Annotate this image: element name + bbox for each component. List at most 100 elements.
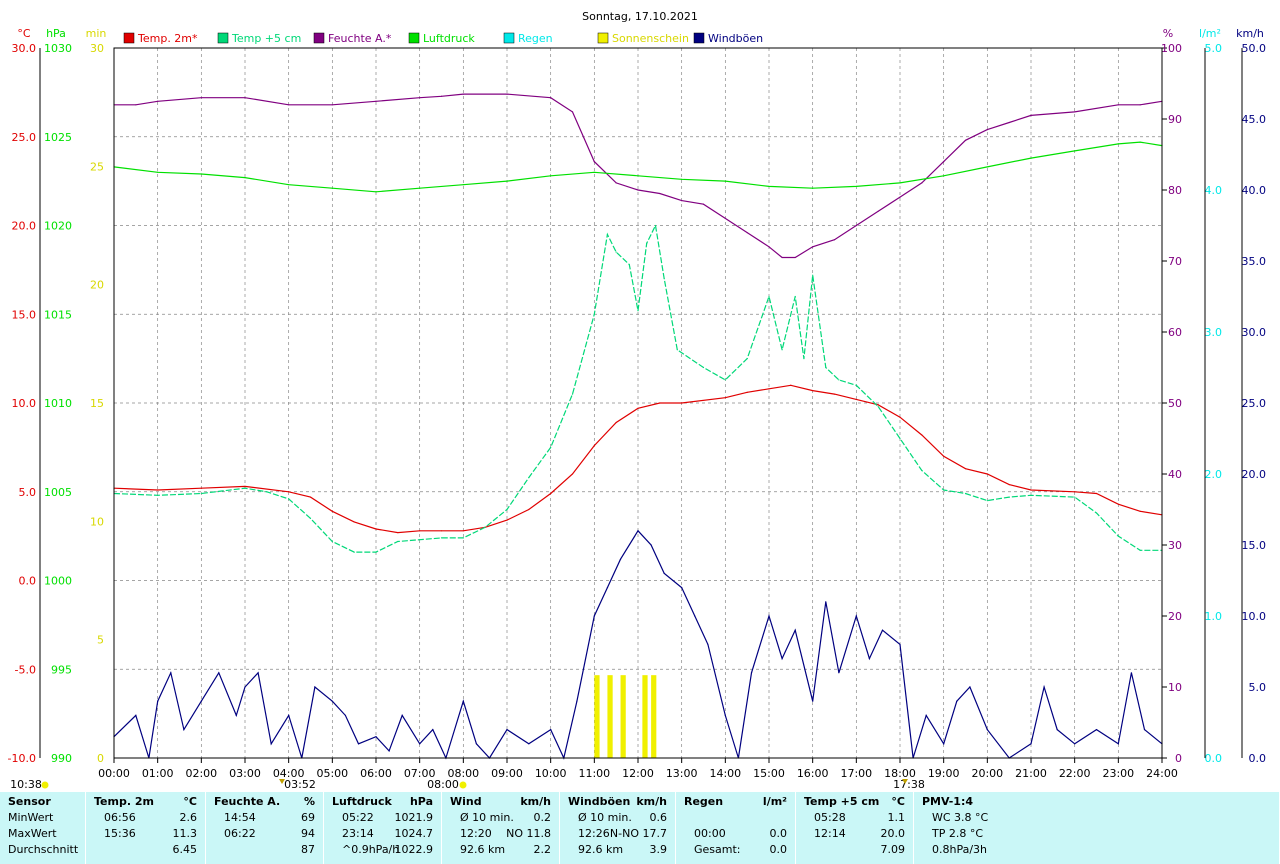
data-point: [288, 104, 290, 106]
pressure-tick-label: 1025: [44, 131, 72, 144]
summary-cell-label: 06:56: [104, 811, 136, 824]
legend-label: Temp +5 cm: [231, 32, 301, 45]
data-point: [288, 491, 290, 493]
data-point: [331, 510, 333, 512]
summary-header-unit: km/h: [520, 795, 551, 808]
humidity-tick-label: 90: [1168, 113, 1182, 126]
wind-tick-label: 30.0: [1242, 326, 1267, 339]
summary-column: PMV-1:4 WC 3.8 °C TP 2.8 °C 0.8hPa/3h: [914, 792, 1280, 864]
data-point: [899, 437, 901, 440]
legend-swatch: [217, 32, 229, 44]
summary-cell-label: 92.6 km: [460, 843, 506, 856]
data-point: [921, 469, 923, 472]
summary-cell-value: NO 11.8: [506, 827, 551, 840]
data-point: [183, 729, 185, 731]
data-point: [781, 658, 783, 660]
data-point: [838, 379, 840, 381]
humidity-tick-label: 70: [1168, 255, 1182, 268]
sun-tick-label: 15: [90, 397, 104, 410]
series-line: [113, 223, 1162, 553]
data-point: [768, 295, 770, 298]
data-point: [838, 672, 840, 674]
data-point: [593, 615, 595, 617]
data-point: [750, 672, 753, 674]
time-tick-label: 19:00: [928, 767, 960, 780]
data-point: [419, 97, 421, 99]
data-point: [794, 295, 796, 298]
humidity-tick-label: 50: [1168, 397, 1182, 410]
data-point: [440, 537, 443, 539]
time-tick-label: 17:00: [840, 767, 872, 780]
summary-header: Regen: [684, 795, 724, 808]
data-point: [986, 500, 988, 502]
summary-cell-label: 14:54: [224, 811, 256, 824]
data-point: [484, 526, 486, 528]
data-point: [768, 388, 770, 390]
legend-label: Luftdruck: [423, 32, 475, 45]
data-point: [1030, 114, 1032, 117]
humidity-tick-label: 60: [1168, 326, 1182, 339]
wind-tick-label: 40.0: [1242, 184, 1267, 197]
summary-header: PMV-1:4: [922, 795, 973, 808]
data-point: [244, 485, 246, 488]
temp-tick-label: -10.0: [8, 752, 36, 765]
data-point: [781, 349, 783, 351]
summary-cell-label: 12:26: [578, 827, 610, 840]
temp-tick-label: 25.0: [12, 131, 37, 144]
summary-table: Sensor MinWert MaxWert Durchschnitt Temp. 2m…: [0, 792, 1280, 864]
sunshine-bars: [594, 675, 657, 758]
data-point: [593, 445, 595, 447]
data-point: [615, 421, 617, 424]
data-point: [1030, 743, 1032, 745]
time-tick-label: 13:00: [666, 767, 698, 780]
data-point: [606, 587, 609, 589]
data-point: [1008, 484, 1010, 486]
summary-header: Luftdruck: [332, 795, 392, 808]
summary-header-unit: hPa: [409, 795, 433, 808]
summary-cell-label: Gesamt:: [694, 843, 741, 856]
data-point: [1130, 672, 1133, 674]
data-point: [724, 180, 726, 182]
summary-cell-label: WC 3.8 °C: [932, 811, 989, 824]
data-point: [855, 398, 857, 401]
summary-cell-label: Ø 10 min.: [578, 811, 632, 824]
pressure-axis-unit: hPa: [46, 27, 66, 40]
summary-cell-value: 0.6: [649, 811, 668, 824]
weather-chart: Sonntag, 17.10.2021 Temp. 2m* Temp +5 cm F…: [8, 10, 1267, 791]
wind-tick-label: 20.0: [1242, 468, 1267, 481]
humidity-tick-label: 80: [1168, 184, 1182, 197]
data-point: [1074, 150, 1076, 152]
data-point: [528, 508, 530, 511]
pressure-tick-label: 1005: [44, 486, 72, 499]
data-point: [637, 530, 639, 532]
sunshine-bar: [620, 675, 626, 758]
data-point: [781, 256, 783, 259]
data-point: [419, 187, 421, 189]
temp-axis-unit: °C: [17, 27, 31, 40]
data-point: [964, 468, 967, 470]
summary-cell-label: 00:00: [694, 827, 726, 840]
data-point: [157, 494, 159, 496]
rain-tick-label: 0.0: [1205, 752, 1223, 765]
data-point: [200, 173, 202, 175]
temp-tick-label: 10.0: [12, 397, 37, 410]
data-point: [1095, 512, 1098, 514]
data-point: [681, 402, 683, 404]
summary-cell-value: 2.6: [179, 811, 198, 824]
data-point: [244, 97, 246, 99]
data-point: [986, 729, 988, 731]
data-point: [986, 166, 988, 168]
legend-label: Windböen: [708, 32, 763, 45]
rain-tick-label: 3.0: [1205, 326, 1223, 339]
time-tick-label: 12:00: [622, 767, 654, 780]
humidity-tick-label: 40: [1168, 468, 1182, 481]
time-tick-label: 23:00: [1102, 767, 1134, 780]
humidity-tick-label: 100: [1161, 42, 1182, 55]
legend-swatch: [597, 32, 609, 44]
data-point: [357, 743, 360, 745]
data-point: [506, 508, 508, 511]
time-tick-label: 05:00: [316, 767, 348, 780]
data-point: [768, 615, 770, 617]
humidity-tick-label: 0: [1175, 752, 1182, 765]
data-point: [1008, 121, 1010, 124]
